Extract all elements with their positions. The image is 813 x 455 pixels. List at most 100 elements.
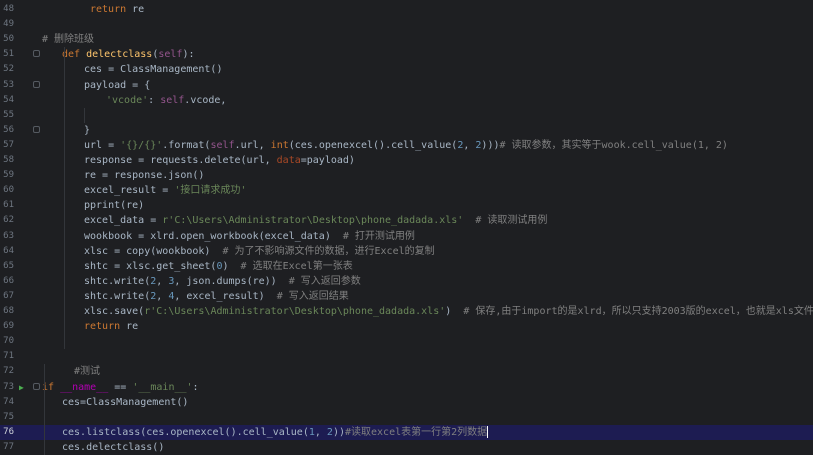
code-token: ))) (481, 139, 500, 151)
code-line[interactable]: 59 re = response.json() (0, 168, 813, 183)
line-number: 56 (3, 124, 14, 135)
code-editor[interactable]: 48 return re 49 50 # 删除班级 51 def delectclass(s… (0, 0, 813, 455)
code-token: )) (332, 426, 345, 438)
line-number: 71 (3, 351, 14, 362)
code-line[interactable]: 69 return re (0, 319, 813, 334)
code-text: re = response.json() (84, 168, 204, 183)
code-line[interactable]: 62 excel_data = r'C:\Users\Administrator\… (0, 213, 813, 228)
code-line[interactable]: 77 ces.delectclass() (0, 440, 813, 455)
code-line[interactable]: 54 'vcode': self.vcode, (0, 93, 813, 108)
code-token: r'C:\Users\Administrator\Desktop\phone_d… (144, 306, 446, 317)
code-token: 'vcode' (106, 94, 149, 106)
code-line[interactable]: 58 response = requests.delete(url, data=p… (0, 153, 813, 168)
code-line[interactable]: 68 xlsc.save(r'C:\Users\Administrator\Des… (0, 304, 813, 319)
code-token: shtc.write( (84, 275, 151, 287)
line-number: 50 (3, 34, 14, 45)
line-gutter: 50 (0, 32, 48, 47)
code-line[interactable]: 51 def delectclass(self): (0, 47, 813, 62)
code-token: : (148, 94, 161, 106)
code-token: shtc.write( (84, 290, 151, 302)
code-token: re = response.json() (84, 170, 205, 182)
code-token: ces=ClassManagement() (62, 396, 189, 408)
code-token: return (90, 4, 127, 15)
line-gutter: 69 (0, 319, 48, 334)
code-token: # 删除班级 (42, 34, 95, 46)
code-line[interactable]: 70 (0, 334, 813, 349)
code-token: , (156, 275, 169, 287)
line-gutter: 75 (0, 410, 48, 425)
code-token: data (276, 155, 301, 166)
code-line[interactable]: 64 xlsc = copy(wookbook) # 为了不影响源文件的数据，进行… (0, 244, 813, 259)
code-text: # 删除班级 (42, 32, 94, 47)
code-line[interactable]: 61 pprint(re) (0, 198, 813, 213)
line-gutter: 65 (0, 259, 48, 274)
line-gutter: 54 (0, 93, 48, 108)
code-token: .url, (234, 139, 271, 151)
fold-icon[interactable] (33, 382, 40, 390)
line-gutter: 74 (0, 395, 48, 410)
code-line[interactable]: 60 excel_result = '接口请求成功' (0, 183, 813, 198)
code-text: url = '{}/{}'.format(self.url, int(ces.o… (84, 138, 728, 153)
fold-icon[interactable] (33, 80, 40, 88)
line-gutter: 66 (0, 274, 48, 289)
code-token: ces.listclass(ces.openexcel().cell_value… (62, 426, 309, 438)
line-number: 52 (3, 64, 14, 75)
code-line[interactable]: 50 # 删除班级 (0, 32, 813, 47)
code-line[interactable]: 52 ces = ClassManagement() (0, 62, 813, 77)
code-line[interactable]: 48 return re (0, 2, 813, 17)
code-text: ces.listclass(ces.openexcel().cell_value… (62, 425, 489, 440)
code-line[interactable]: 76 ces.listclass(ces.openexcel().cell_val… (0, 424, 813, 440)
code-token: #测试 (74, 366, 101, 378)
code-text: response = requests.delete(url, data=pay… (84, 153, 355, 168)
code-line[interactable]: 63 wookbook = xlrd.open_workbook(excel_da… (0, 229, 813, 244)
line-number: 77 (3, 441, 14, 452)
code-line[interactable]: 57 url = '{}/{}'.format(self.url, int(ces… (0, 138, 813, 153)
line-number: 62 (3, 215, 14, 226)
line-number: 64 (3, 245, 14, 256)
line-number: 66 (3, 275, 14, 286)
code-line[interactable]: 72 #测试 (0, 364, 813, 379)
line-gutter: 55 (0, 108, 48, 123)
run-icon[interactable]: ▶ (19, 380, 24, 395)
code-line[interactable]: 53 payload = { (0, 78, 813, 93)
code-token: , (314, 426, 327, 438)
code-token: ces.delectclass() (62, 441, 165, 453)
line-number: 75 (3, 411, 14, 422)
code-line[interactable]: 49 (0, 17, 813, 32)
code-line[interactable]: 55 (0, 108, 813, 123)
code-text: return re (90, 2, 144, 17)
line-number: 53 (3, 79, 14, 90)
code-text: xlsc = copy(wookbook) # 为了不影响源文件的数据，进行Ex… (84, 244, 435, 259)
line-number: 72 (3, 366, 14, 377)
code-token: '__main__' (132, 381, 193, 393)
code-line[interactable]: 73 ▶ if __name__ == '__main__': (0, 380, 813, 395)
code-line[interactable]: 65 shtc = xlsc.get_sheet(0) # 选取在Excel第一张… (0, 259, 813, 274)
code-line[interactable]: 74 ces=ClassManagement() (0, 395, 813, 410)
line-gutter: 62 (0, 213, 48, 228)
code-line[interactable]: 75 (0, 410, 813, 425)
code-line[interactable]: 67 shtc.write(2, 4, excel_result) # 写入返回结… (0, 289, 813, 304)
code-text: return re (84, 319, 138, 334)
line-number: 73 (3, 381, 14, 392)
code-line[interactable]: 66 shtc.write(2, 3, json.dumps(re)) # 写入返… (0, 274, 813, 289)
line-number: 57 (3, 139, 14, 150)
code-text: excel_result = '接口请求成功' (84, 183, 246, 198)
code-token: xlsc.save( (84, 306, 145, 317)
code-token: payload = { (84, 79, 151, 91)
code-line[interactable]: 56} (0, 123, 813, 138)
line-gutter: 63 (0, 229, 48, 244)
code-token: , (463, 139, 476, 151)
line-number: 54 (3, 94, 14, 105)
code-token: delectclass (86, 49, 153, 61)
code-token: self (160, 94, 185, 106)
code-token: # 选取在Excel第一张表 (228, 260, 353, 272)
fold-icon[interactable] (33, 50, 40, 58)
line-number: 70 (3, 336, 14, 347)
text-caret (487, 425, 489, 438)
code-line[interactable]: 71 (0, 349, 813, 364)
code-token: # 打开测试用例 (330, 230, 415, 242)
line-gutter: 56 (0, 123, 48, 138)
fold-icon[interactable] (33, 125, 40, 133)
line-gutter: 61 (0, 198, 48, 213)
code-token: =payload) (300, 155, 355, 166)
